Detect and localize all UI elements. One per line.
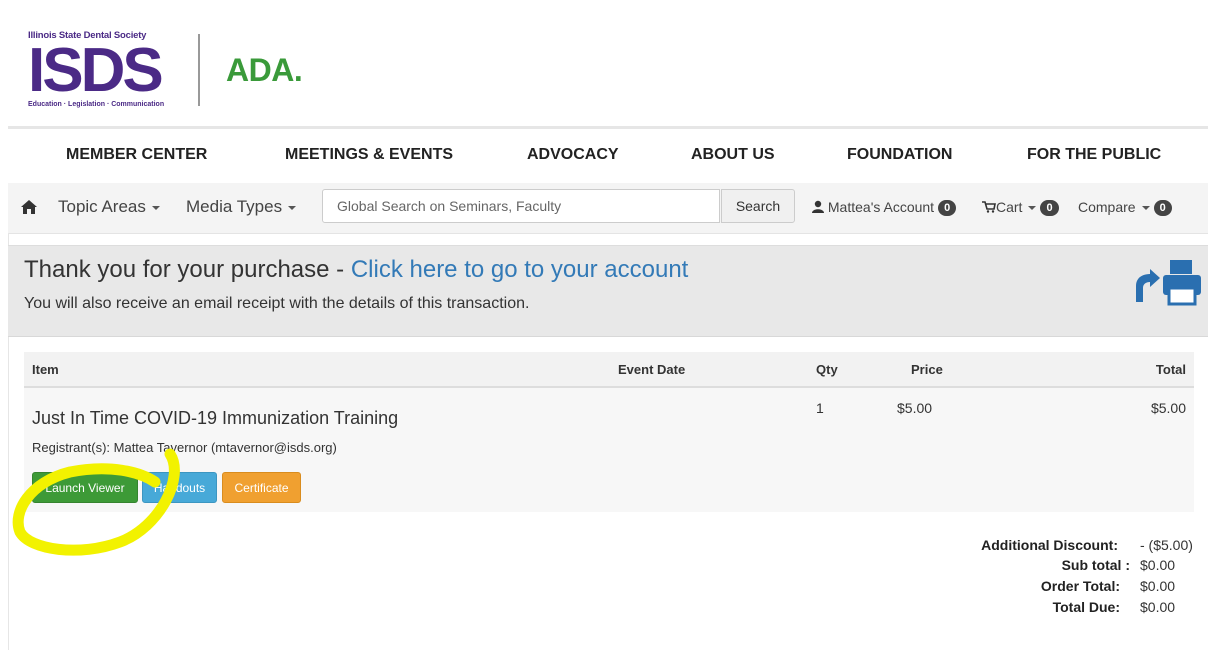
- nav-meetings-events[interactable]: MEETINGS & EVENTS: [285, 146, 453, 164]
- item-total: $5.00: [1150, 400, 1186, 416]
- media-types-label: Media Types: [186, 197, 283, 216]
- account-count-badge: 0: [938, 200, 957, 217]
- isds-logo[interactable]: Illinois State Dental Society ISDS Educa…: [28, 30, 168, 110]
- account-label: Mattea's Account: [827, 199, 935, 215]
- compare-count-badge: 0: [1153, 200, 1172, 217]
- cart-count-badge: 0: [1040, 200, 1059, 217]
- receipt-notice: You will also receive an email receipt w…: [24, 295, 530, 312]
- cart-icon: [982, 201, 996, 213]
- isds-logo-tagline: Education · Legislation · Communication: [28, 101, 165, 108]
- topic-areas-label: Topic Areas: [58, 197, 146, 216]
- nav-advocacy[interactable]: ADVOCACY: [527, 146, 619, 164]
- discount-label: Additional Discount:: [981, 537, 1118, 553]
- col-item: Item: [32, 362, 59, 377]
- order-total-value: $0.00: [1140, 578, 1176, 594]
- launch-viewer-button[interactable]: Launch Viewer: [32, 472, 138, 503]
- main-nav: MEMBER CENTER MEETINGS & EVENTS ADVOCACY…: [8, 126, 1208, 184]
- thank-you-panel: Thank you for your purchase - Click here…: [8, 245, 1208, 337]
- order-table-header: Item Event Date Qty Price Total: [24, 352, 1194, 388]
- account-menu[interactable]: Mattea's Account 0: [812, 199, 957, 217]
- total-due-value: $0.00: [1140, 599, 1176, 615]
- thank-you-heading: Thank you for your purchase - Click here…: [24, 256, 688, 284]
- subtotal-label: Sub total :: [1061, 557, 1130, 573]
- item-qty: 1: [816, 400, 824, 416]
- user-icon: [812, 200, 824, 213]
- isds-logo-wordmark: ISDS: [28, 36, 164, 105]
- go-to-account-link[interactable]: Click here to go to your account: [351, 256, 689, 283]
- registrant-info: Registrant(s): Mattea Tavernor (mtaverno…: [32, 440, 337, 455]
- nav-for-the-public[interactable]: FOR THE PUBLIC: [1027, 146, 1161, 164]
- home-icon[interactable]: [20, 199, 38, 215]
- total-due-label: Total Due:: [1052, 599, 1120, 615]
- chevron-down-icon: [1141, 206, 1150, 211]
- col-total: Total: [1155, 362, 1186, 377]
- item-price: $5.00: [897, 400, 933, 416]
- certificate-button[interactable]: Certificate: [222, 472, 301, 503]
- discount-value: - ($5.00): [1140, 537, 1193, 553]
- search-button[interactable]: Search: [721, 189, 795, 223]
- ada-logo[interactable]: ADA.: [226, 52, 303, 89]
- col-price: Price: [911, 362, 943, 377]
- item-title: Just In Time COVID-19 Immunization Train…: [32, 408, 399, 428]
- back-arrow-icon: [1136, 269, 1160, 302]
- col-event-date: Event Date: [618, 362, 686, 377]
- chevron-down-icon: [288, 205, 297, 210]
- handouts-button[interactable]: Handouts: [142, 472, 217, 503]
- media-types-dropdown[interactable]: Media Types: [186, 197, 297, 217]
- nav-foundation[interactable]: FOUNDATION: [847, 146, 952, 164]
- cart-label: Cart: [996, 199, 1023, 215]
- compare-menu[interactable]: Compare 0: [1078, 199, 1172, 217]
- logo-divider: [198, 34, 200, 106]
- topic-areas-dropdown[interactable]: Topic Areas: [58, 197, 160, 217]
- nav-about-us[interactable]: ABOUT US: [691, 146, 775, 164]
- catalog-toolbar: Topic Areas Media Types Search Mattea's …: [8, 183, 1208, 234]
- cart-menu[interactable]: Cart 0: [982, 199, 1059, 217]
- print-icon[interactable]: [1128, 258, 1204, 310]
- subtotal-value: $0.00: [1140, 557, 1176, 573]
- nav-member-center[interactable]: MEMBER CENTER: [66, 146, 207, 164]
- table-row: Just In Time COVID-19 Immunization Train…: [24, 388, 1194, 512]
- col-qty: Qty: [816, 362, 838, 377]
- compare-label: Compare: [1078, 199, 1136, 215]
- order-total-label: Order Total:: [1040, 578, 1120, 594]
- thank-you-text: Thank you for your purchase -: [24, 256, 351, 283]
- global-search-input[interactable]: [322, 189, 720, 223]
- chevron-down-icon: [151, 205, 160, 210]
- chevron-down-icon: [1028, 206, 1037, 211]
